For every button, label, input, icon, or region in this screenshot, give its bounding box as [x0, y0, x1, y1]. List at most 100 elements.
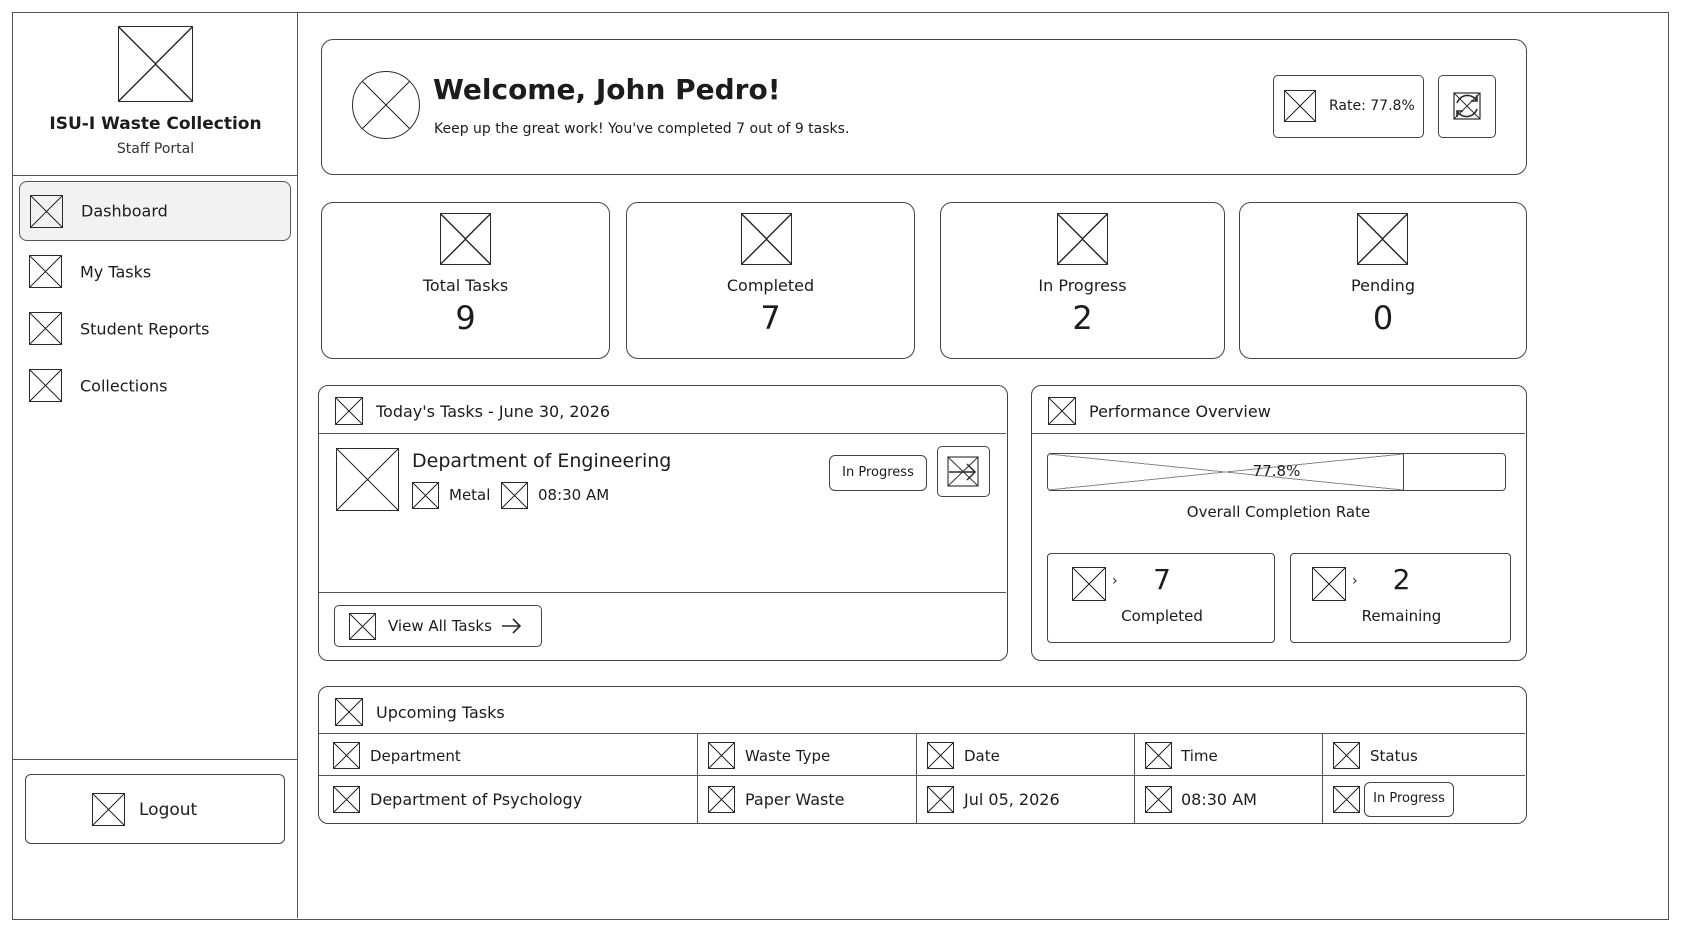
panel-footer-divider	[319, 592, 1006, 593]
department-icon	[333, 742, 360, 769]
logout-label: Logout	[139, 800, 198, 820]
stat-label: Total Tasks	[422, 276, 509, 295]
welcome-message: Keep up the great work! You've completed…	[434, 121, 850, 137]
stat-value: 9	[455, 299, 476, 337]
stat-label: Pending	[1351, 276, 1415, 295]
welcome-title: Welcome, John Pedro!	[433, 73, 781, 106]
stat-card-completed: Completed 7	[626, 202, 915, 359]
waste-type-icon	[708, 786, 735, 813]
app-subtitle: Staff Portal	[116, 141, 195, 157]
sidebar-item-label: Student Reports	[80, 319, 210, 339]
date-icon	[927, 742, 954, 769]
cell-department: Department of Psychology	[370, 790, 583, 809]
status-icon	[1333, 786, 1360, 813]
status-icon	[1333, 742, 1360, 769]
arrow-right-icon	[947, 456, 979, 487]
sidebar-divider	[13, 175, 298, 176]
clock-icon	[1145, 742, 1172, 769]
in-progress-icon	[1057, 213, 1108, 265]
column-header: Time	[1181, 747, 1218, 765]
sidebar-item-label: My Tasks	[80, 262, 152, 282]
view-all-tasks-button[interactable]: View All Tasks	[334, 605, 542, 647]
rate-icon	[1284, 90, 1316, 122]
stat-card-in-progress: In Progress 2	[940, 202, 1225, 359]
rate-badge: Rate: 77.8%	[1273, 75, 1424, 138]
arrow-right-icon	[502, 618, 522, 634]
sidebar-item-label: Dashboard	[81, 201, 168, 221]
date-icon	[927, 786, 954, 813]
stat-label: Completed	[726, 276, 815, 295]
view-all-label: View All Tasks	[388, 617, 492, 635]
status-badge: In Progress	[829, 455, 927, 491]
progress-text: 77.8%	[1252, 462, 1301, 480]
dashboard-icon	[30, 195, 63, 228]
summary-label: Completed	[1121, 607, 1203, 625]
completed-summary: › 7 Completed	[1047, 553, 1275, 643]
chart-icon	[1048, 397, 1076, 425]
stat-card-total: Total Tasks 9	[321, 202, 610, 359]
total-tasks-icon	[440, 213, 491, 265]
clock-icon	[1145, 786, 1172, 813]
panel-title: Performance Overview	[1089, 402, 1271, 421]
column-header: Department	[370, 747, 461, 765]
waste-type-icon	[412, 482, 439, 509]
summary-value: 7	[1153, 563, 1171, 596]
sidebar-item-label: Collections	[80, 376, 168, 396]
sidebar: ISU-I Waste Collection Staff Portal Dash…	[13, 13, 298, 918]
stat-label: In Progress	[1038, 276, 1127, 295]
stat-value: 7	[760, 299, 781, 337]
sidebar-item-my-tasks[interactable]: My Tasks	[19, 242, 291, 302]
sidebar-bottom-divider	[13, 759, 298, 760]
task-time: 08:30 AM	[538, 486, 610, 504]
list-icon	[349, 613, 376, 640]
performance-panel: Performance Overview 77.8% Overall Compl…	[1031, 385, 1527, 661]
column-header: Waste Type	[745, 747, 831, 765]
welcome-card: Welcome, John Pedro! Keep up the great w…	[321, 39, 1527, 175]
panel-title: Today's Tasks - June 30, 2026	[376, 402, 611, 421]
department-icon	[333, 786, 360, 813]
collections-icon	[29, 369, 62, 402]
todays-tasks-panel: Today's Tasks - June 30, 2026 Department…	[318, 385, 1008, 661]
app-title: ISU-I Waste Collection	[49, 114, 262, 134]
clock-icon	[501, 482, 528, 509]
reports-icon	[29, 312, 62, 345]
table-row[interactable]: Department of Psychology Paper Waste Jul…	[319, 777, 1525, 822]
upcoming-tasks-panel: Upcoming Tasks Department Waste Type Dat…	[318, 686, 1527, 824]
tasks-icon	[29, 255, 62, 288]
refresh-button[interactable]	[1438, 75, 1496, 138]
table-header: Department Waste Type Date Time Status	[319, 734, 1525, 775]
column-header: Status	[1370, 747, 1418, 765]
cell-waste-type: Paper Waste	[745, 790, 845, 809]
status-badge: In Progress	[1364, 782, 1454, 817]
completion-caption: Overall Completion Rate	[1186, 503, 1371, 521]
task-item[interactable]: Department of Engineering Metal 08:30 AM…	[319, 434, 1006, 589]
logout-button[interactable]: Logout	[25, 774, 285, 844]
summary-value: 2	[1392, 563, 1411, 596]
pending-icon	[1357, 213, 1408, 265]
open-task-button[interactable]	[937, 446, 990, 497]
calendar-icon	[335, 397, 363, 425]
stat-value: 0	[1372, 299, 1394, 337]
stat-value: 2	[1072, 299, 1093, 337]
panel-header-divider	[1032, 433, 1525, 434]
rate-label: Rate: 77.8%	[1329, 98, 1415, 114]
waste-type-icon	[708, 742, 735, 769]
app-window: ISU-I Waste Collection Staff Portal Dash…	[12, 12, 1669, 920]
avatar	[352, 71, 420, 139]
sidebar-item-collections[interactable]: Collections	[19, 356, 291, 416]
table-header-divider	[319, 775, 1525, 776]
stat-card-pending: Pending 0	[1239, 202, 1527, 359]
refresh-icon	[1453, 92, 1481, 120]
column-header: Date	[964, 747, 1000, 765]
upcoming-icon	[335, 698, 363, 726]
sidebar-item-student-reports[interactable]: Student Reports	[19, 299, 291, 359]
logout-icon	[92, 793, 125, 826]
task-waste-type: Metal	[449, 486, 491, 504]
logo-image	[118, 26, 193, 102]
cell-date: Jul 05, 2026	[964, 790, 1060, 809]
cell-time: 08:30 AM	[1181, 790, 1257, 809]
department-image	[336, 448, 399, 511]
sidebar-item-dashboard[interactable]: Dashboard	[19, 181, 291, 241]
completed-icon	[741, 213, 792, 265]
completion-progress-bar: 77.8%	[1047, 453, 1506, 491]
